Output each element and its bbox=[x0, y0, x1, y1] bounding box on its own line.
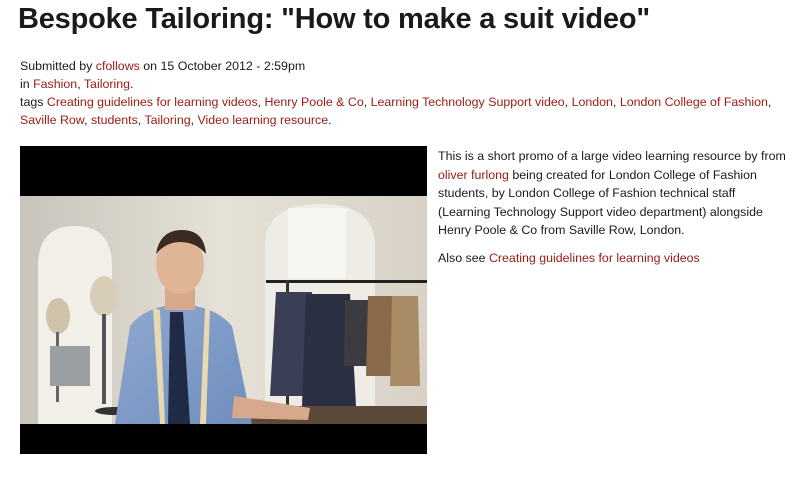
also-see-paragraph: Also see Creating guidelines for learnin… bbox=[438, 249, 788, 268]
categories-prefix: in bbox=[20, 77, 34, 91]
submitted-prefix: Submitted by bbox=[20, 59, 96, 73]
tag-link[interactable]: Learning Technology Support video bbox=[371, 95, 565, 109]
guidelines-link[interactable]: Creating guidelines for learning videos bbox=[489, 251, 700, 265]
tag-link[interactable]: students bbox=[91, 113, 138, 127]
tag-link[interactable]: London bbox=[572, 95, 613, 109]
tags-line: tags Creating guidelines for learning vi… bbox=[20, 95, 772, 127]
post-body: This is a short promo of a large video l… bbox=[438, 147, 788, 277]
oliver-furlong-link[interactable]: oliver furlong bbox=[438, 168, 509, 182]
video-player[interactable] bbox=[20, 146, 427, 454]
video-frame bbox=[20, 196, 427, 424]
tailor-scene-illustration bbox=[20, 196, 427, 424]
category-link-fashion[interactable]: Fashion bbox=[33, 77, 77, 91]
also-see-prefix: Also see bbox=[438, 250, 489, 265]
tag-link[interactable]: Saville Row bbox=[20, 113, 84, 127]
tag-link[interactable]: Video learning resource bbox=[198, 113, 329, 127]
tag-link[interactable]: Tailoring bbox=[144, 113, 190, 127]
categories-line: in Fashion, Tailoring. bbox=[20, 77, 134, 91]
author-link[interactable]: cfollows bbox=[96, 59, 140, 73]
description-paragraph: This is a short promo of a large video l… bbox=[438, 147, 788, 240]
tag-link[interactable]: Henry Poole & Co bbox=[265, 95, 364, 109]
tags-prefix: tags bbox=[20, 95, 47, 109]
tag-link[interactable]: Creating guidelines for learning videos bbox=[47, 95, 258, 109]
submitted-line: Submitted by cfollows on 15 October 2012… bbox=[20, 57, 790, 75]
post-meta: Submitted by cfollows on 15 October 2012… bbox=[20, 57, 790, 129]
page-title: Bespoke Tailoring: "How to make a suit v… bbox=[18, 3, 650, 35]
tag-link[interactable]: London College of Fashion bbox=[620, 95, 768, 109]
category-link-tailoring[interactable]: Tailoring bbox=[84, 77, 130, 91]
post-date: on 15 October 2012 - 2:59pm bbox=[139, 59, 306, 73]
description-text-start: This is a short promo of a large video l… bbox=[438, 149, 786, 163]
